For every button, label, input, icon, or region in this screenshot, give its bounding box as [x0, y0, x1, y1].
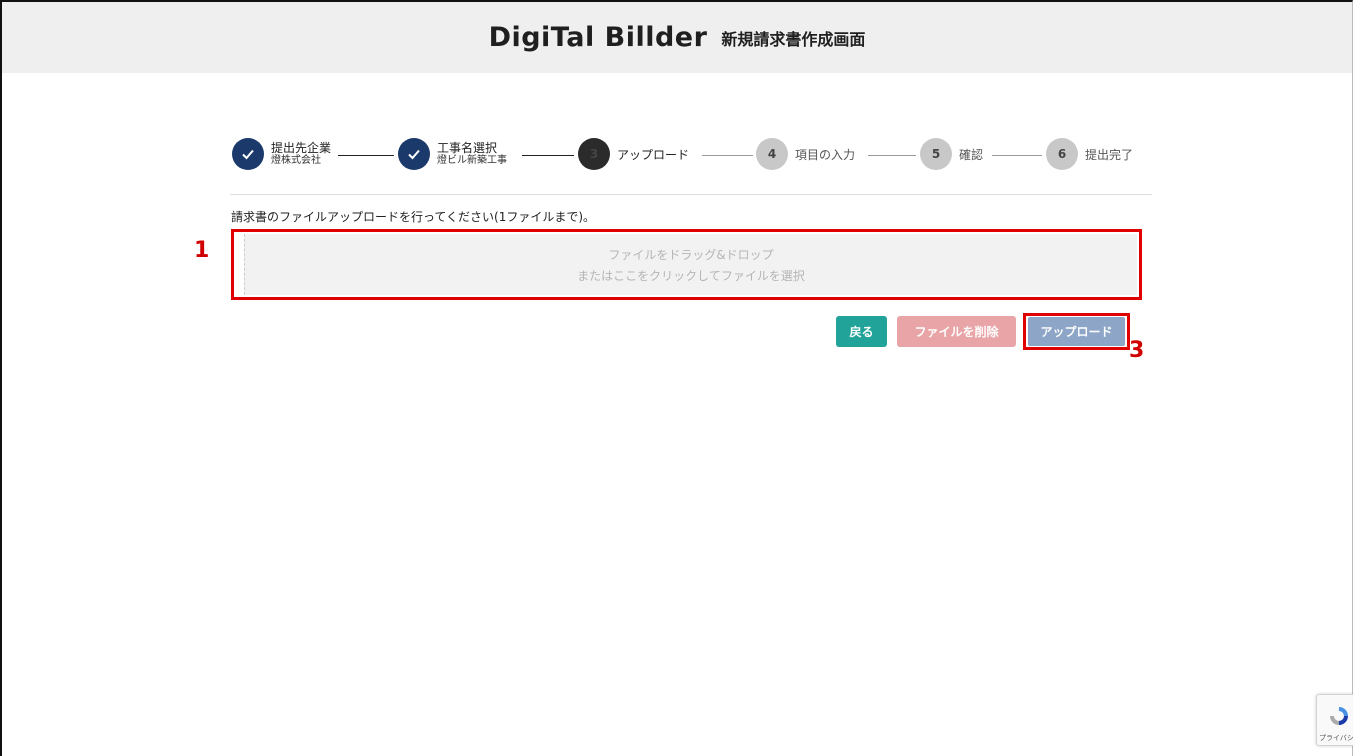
step-input: 4 項目の入力: [756, 138, 855, 170]
step-label: 提出完了: [1085, 147, 1134, 162]
upload-button-highlight: アップロード: [1023, 313, 1130, 350]
step-label: 工事名選択: [437, 140, 498, 155]
divider: [230, 194, 1152, 195]
file-dropzone[interactable]: ファイルをドラッグ&ドロップ またはここをクリックしてファイルを選択: [244, 234, 1137, 295]
delete-file-button[interactable]: ファイルを削除: [897, 316, 1016, 347]
recaptcha-icon: [1330, 707, 1348, 725]
callout-3: 3: [1129, 338, 1145, 363]
step-connector: [702, 155, 753, 156]
step-sublabel: 燈株式会社: [271, 155, 321, 167]
progress-stepper: 提出先企業 燈株式会社 工事名選択 燈ビル新築工事 3 アップロード 4 項目の…: [232, 138, 1152, 178]
check-icon: [398, 138, 430, 170]
check-icon: [232, 138, 264, 170]
upload-button[interactable]: アップロード: [1028, 317, 1125, 346]
step-company: 提出先企業 燈株式会社: [232, 138, 331, 170]
step-sublabel: 燈ビル新築工事: [437, 155, 507, 167]
callout-1: 1: [194, 238, 210, 263]
step-label: 項目の入力: [795, 147, 856, 162]
step-connector: [338, 155, 394, 156]
step-number: 5: [920, 138, 952, 170]
step-label: 提出先企業: [271, 140, 332, 155]
step-complete: 6 提出完了: [1046, 138, 1133, 170]
dropzone-text-drag: ファイルをドラッグ&ドロップ: [608, 247, 774, 262]
step-connector: [992, 155, 1042, 156]
app-logo[interactable]: DigiTal Billder: [489, 22, 708, 53]
upload-instruction: 請求書のファイルアップロードを行ってください(1ファイルまで)。: [231, 210, 596, 224]
dropzone-text-click: またはここをクリックしてファイルを選択: [577, 268, 805, 283]
app-header: DigiTal Billder 新規請求書作成画面: [2, 2, 1352, 73]
step-connector: [868, 155, 916, 156]
step-number: 4: [756, 138, 788, 170]
recaptcha-text[interactable]: プライバシー・利用規約: [1319, 733, 1353, 743]
step-confirm: 5 確認: [920, 138, 983, 170]
back-button[interactable]: 戻る: [836, 316, 887, 347]
step-number: 6: [1046, 138, 1078, 170]
step-number: 3: [578, 138, 610, 170]
file-dropzone-highlight: ファイルをドラッグ&ドロップ またはここをクリックしてファイルを選択: [231, 229, 1142, 300]
page-title: 新規請求書作成画面: [721, 29, 866, 49]
step-connector: [522, 155, 574, 156]
recaptcha-badge[interactable]: プライバシー・利用規約: [1316, 694, 1353, 746]
step-label: アップロード: [617, 147, 690, 162]
window-frame: [0, 0, 1353, 756]
step-upload: 3 アップロード: [578, 138, 689, 170]
step-project: 工事名選択 燈ビル新築工事: [398, 138, 507, 170]
step-label: 確認: [959, 147, 984, 162]
